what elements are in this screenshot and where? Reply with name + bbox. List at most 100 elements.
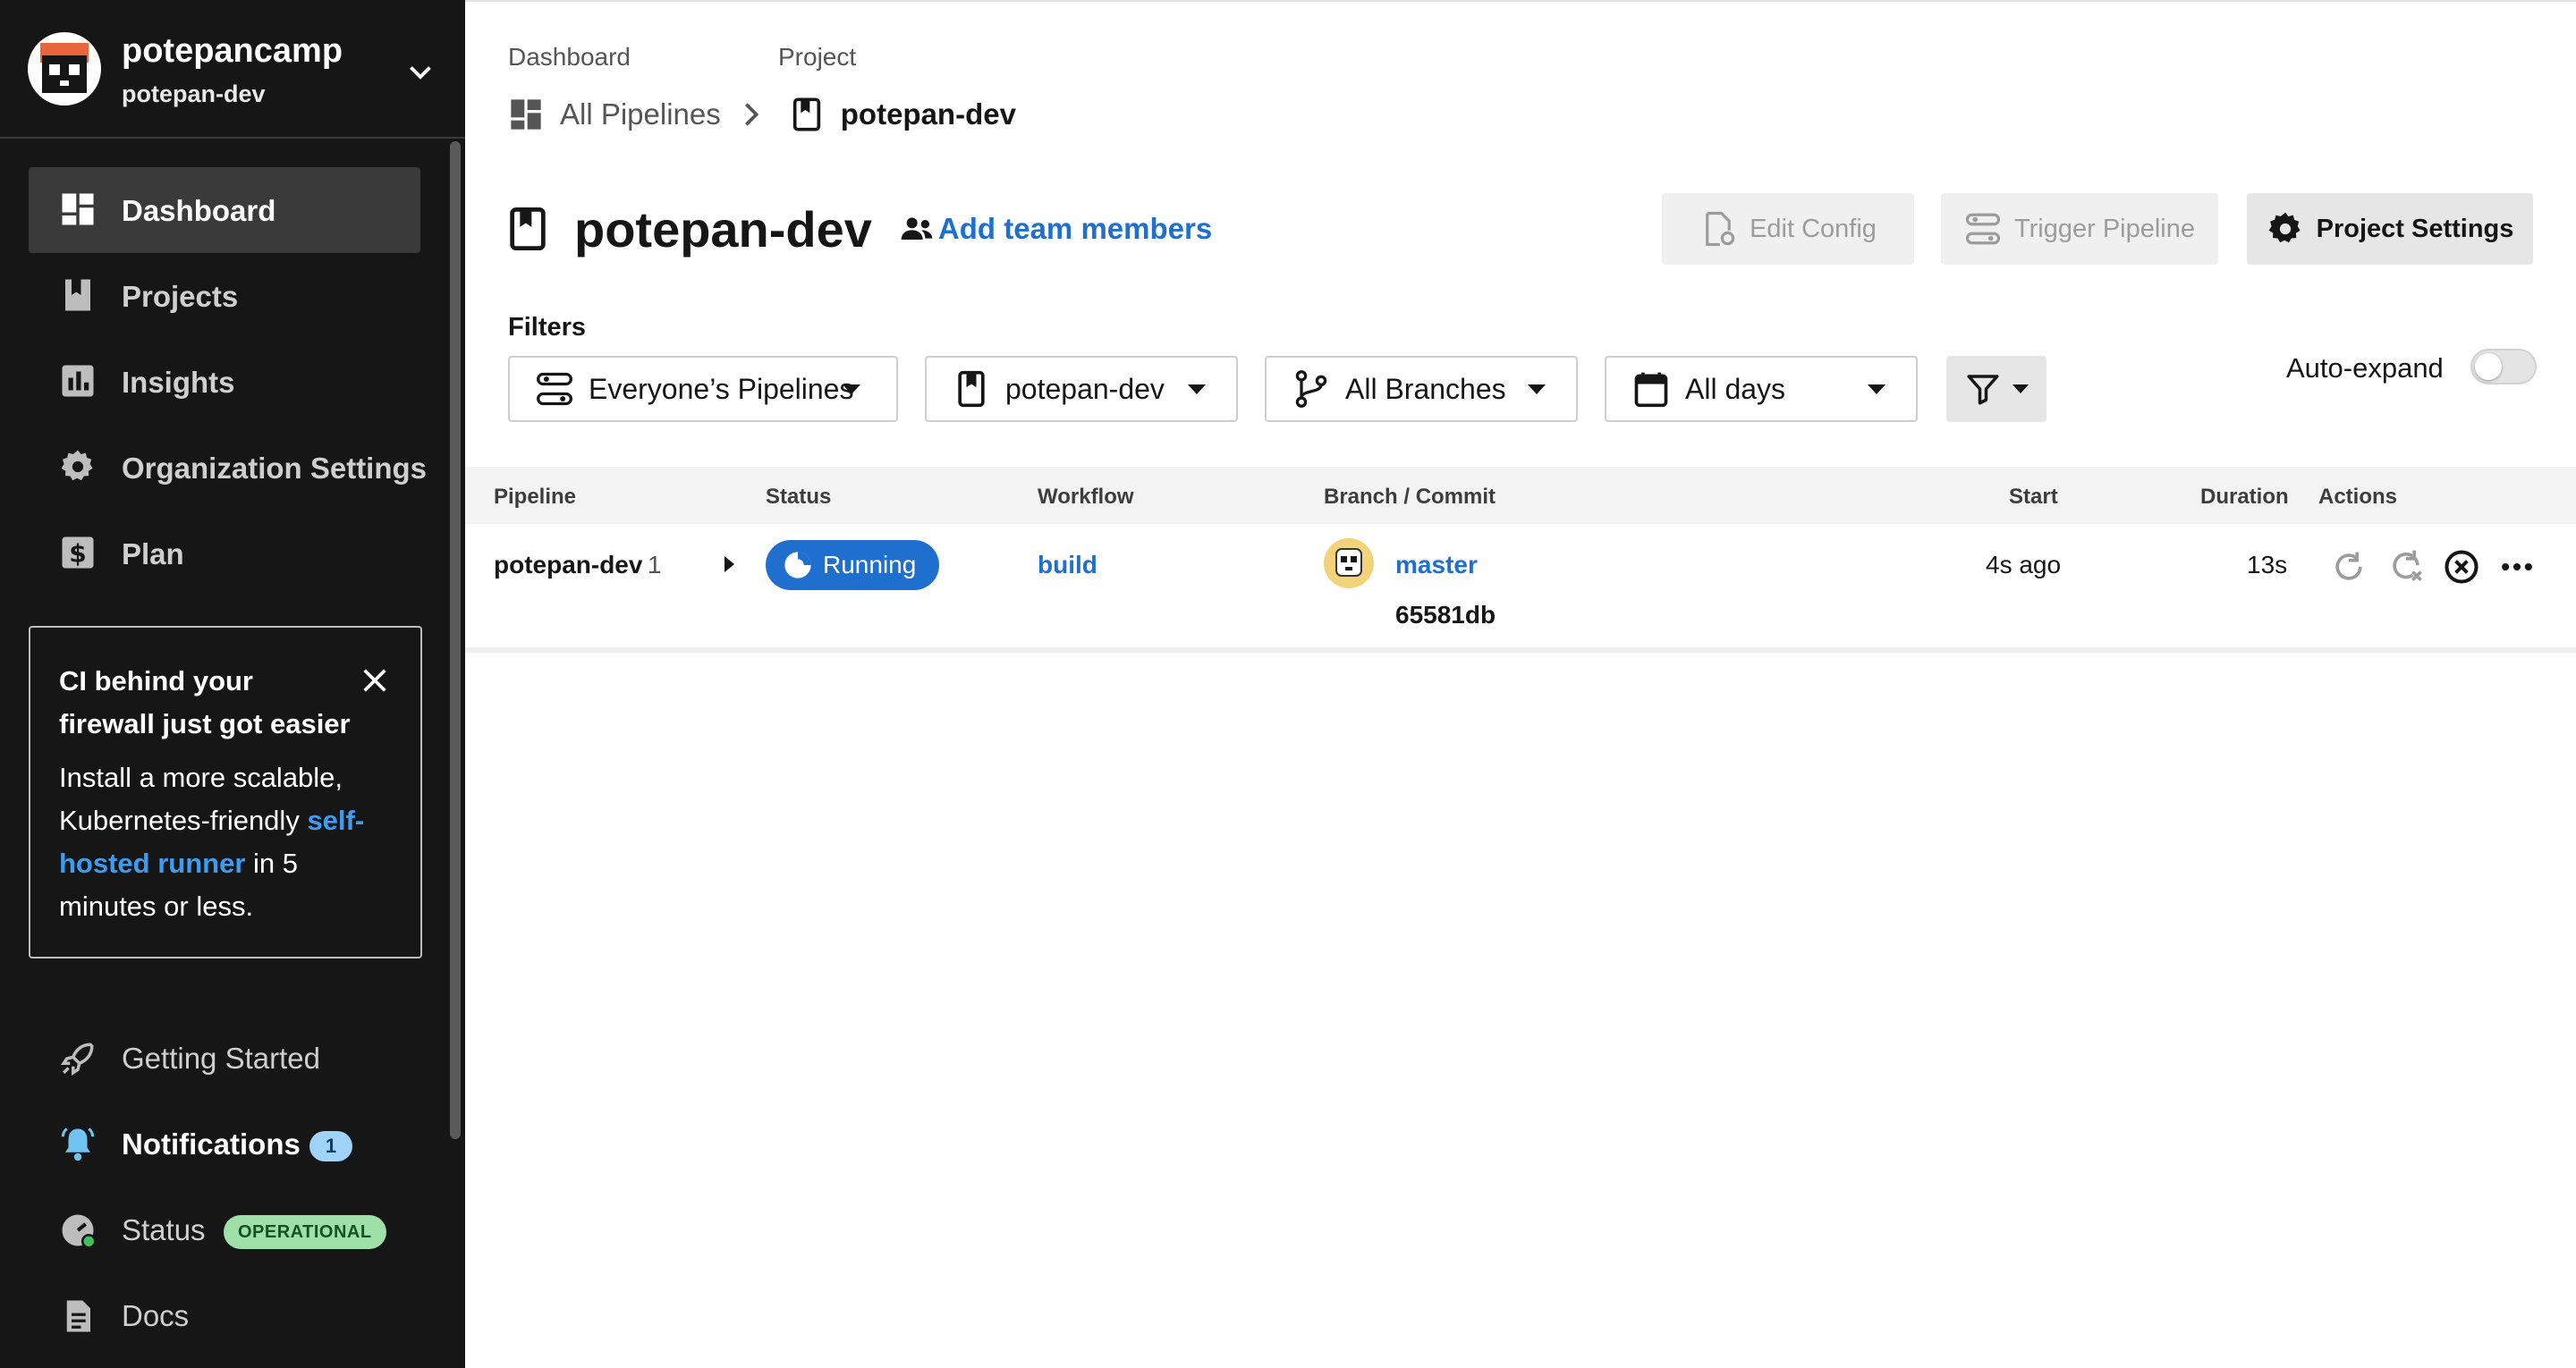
- sidebar-item-status[interactable]: Status OPERATIONAL: [29, 1194, 420, 1265]
- pipeline-name[interactable]: potepan-dev: [494, 551, 642, 579]
- column-header-status: Status: [766, 485, 832, 509]
- status-label: Running: [823, 551, 917, 578]
- filters-label: Filters: [508, 313, 587, 342]
- promo-title: CI behind your firewall just got easier: [59, 665, 351, 739]
- people-icon: [901, 217, 933, 240]
- gauge-icon: [62, 1214, 97, 1249]
- org-name: potepancamp: [122, 32, 343, 70]
- sidebar-item-dashboard[interactable]: Dashboard: [29, 167, 420, 253]
- caret-down-icon: [1188, 384, 1206, 394]
- edit-config-label: Edit Config: [1750, 214, 1877, 243]
- rerun-failed-icon[interactable]: [2386, 547, 2426, 587]
- sidebar-item-label: Organization Settings: [122, 452, 428, 485]
- start-time: 4s ago: [1986, 551, 2062, 578]
- trigger-pipeline-button[interactable]: Trigger Pipeline: [1941, 193, 2218, 265]
- branches-filter-value: All Branches: [1345, 372, 1506, 405]
- self-hosted-runner-promo: CI behind your firewall just got easier …: [29, 626, 422, 958]
- sidebar-item-notifications[interactable]: Notifications 1: [29, 1108, 420, 1179]
- dashboard-icon: [511, 99, 541, 130]
- gear-icon: [61, 450, 93, 481]
- auto-expand-toggle[interactable]: [2470, 349, 2537, 384]
- sidebar-item-label: Getting Started: [122, 1042, 320, 1075]
- running-spinner-icon: [784, 552, 811, 578]
- pipelines-filter-dropdown[interactable]: Everyone’s Pipelines: [508, 356, 898, 422]
- add-team-members-link[interactable]: Add team members: [899, 212, 1212, 246]
- file-gear-icon: [1706, 211, 1735, 247]
- column-header-actions: Actions: [2318, 485, 2398, 509]
- branch-icon: [1295, 370, 1327, 408]
- sidebar-item-insights[interactable]: Insights: [29, 339, 420, 425]
- chevron-right-icon: [744, 103, 759, 126]
- column-header-duration: Duration: [2200, 485, 2289, 509]
- add-team-members-label: Add team members: [937, 212, 1213, 245]
- pipelines-filter-value: Everyone’s Pipelines: [589, 372, 854, 405]
- caret-down-icon: [1528, 384, 1546, 394]
- sidebar-item-label: Insights: [122, 366, 235, 399]
- pipeline-icon: [537, 372, 572, 406]
- toggle-knob: [2475, 353, 2502, 380]
- branches-filter-dropdown[interactable]: All Branches: [1265, 356, 1578, 422]
- dollar-icon: $: [62, 536, 94, 569]
- sidebar-item-label: Status: [122, 1213, 206, 1246]
- pipeline-icon: [1965, 213, 2001, 245]
- branch-link[interactable]: master: [1395, 551, 1478, 579]
- pipeline-number[interactable]: 1: [648, 551, 662, 579]
- breadcrumb-dashboard-heading: Dashboard: [508, 43, 631, 71]
- workflow-link[interactable]: build: [1038, 551, 1097, 579]
- advanced-filter-button[interactable]: [1946, 356, 2046, 422]
- sidebar-scrollbar[interactable]: [450, 141, 461, 1139]
- column-header-pipeline: Pipeline: [494, 485, 577, 509]
- page-header: potepan-dev Add team members: [508, 193, 1212, 265]
- rerun-icon[interactable]: [2329, 547, 2368, 587]
- chevron-down-icon[interactable]: [404, 55, 436, 88]
- org-switcher[interactable]: potepancamp potepan-dev: [0, 0, 465, 139]
- days-filter-value: All days: [1685, 372, 1786, 405]
- main-content: Dashboard Project All Pipelines potepan-…: [465, 0, 2576, 1368]
- table-row: potepan-dev 1 Running build master 65581…: [465, 524, 2576, 653]
- sidebar-item-organization-settings[interactable]: Organization Settings: [29, 425, 427, 511]
- promo-text: Install a more scalable, Kubernetes-frie…: [59, 762, 343, 836]
- edit-config-button[interactable]: Edit Config: [1662, 193, 1914, 265]
- sidebar-item-label: Docs: [122, 1299, 190, 1332]
- sidebar-item-plan[interactable]: $ Plan: [29, 511, 420, 596]
- status-badge: OPERATIONAL: [224, 1215, 386, 1249]
- project-settings-label: Project Settings: [2316, 214, 2514, 243]
- expand-row-icon[interactable]: [724, 556, 734, 572]
- dashboard-icon: [62, 193, 94, 225]
- org-avatar: [28, 32, 101, 106]
- column-header-workflow: Workflow: [1038, 485, 1134, 509]
- funnel-icon: [1967, 375, 1999, 405]
- breadcrumb-project[interactable]: potepan-dev: [841, 97, 1016, 131]
- promo-body: Install a more scalable, Kubernetes-frie…: [59, 756, 392, 928]
- bookmark-icon: [510, 207, 546, 251]
- breadcrumb-project-heading: Project: [778, 43, 857, 71]
- bar-chart-icon: [62, 365, 94, 397]
- document-icon: [66, 1300, 90, 1332]
- bookmark-icon: [958, 370, 985, 408]
- caret-down-icon: [843, 384, 860, 394]
- more-icon[interactable]: [2497, 547, 2537, 587]
- org-project-name: potepan-dev: [122, 80, 266, 107]
- sidebar-item-label: Notifications: [122, 1127, 301, 1161]
- breadcrumb-all-pipelines[interactable]: All Pipelines: [560, 97, 721, 131]
- cancel-icon[interactable]: [2442, 547, 2481, 587]
- column-header-branch-commit: Branch / Commit: [1324, 485, 1496, 509]
- status-badge[interactable]: Running: [766, 540, 940, 590]
- rocket-icon: [60, 1043, 94, 1077]
- project-settings-button[interactable]: Project Settings: [2247, 193, 2533, 265]
- days-filter-dropdown[interactable]: All days: [1605, 356, 1918, 422]
- sidebar-item-projects[interactable]: Projects: [29, 253, 420, 339]
- sidebar-item-docs[interactable]: Docs: [29, 1279, 420, 1351]
- caret-down-icon: [1868, 384, 1885, 394]
- avatar: [1324, 538, 1374, 588]
- column-header-start: Start: [2009, 485, 2058, 509]
- close-icon[interactable]: [360, 665, 390, 696]
- trigger-pipeline-label: Trigger Pipeline: [2013, 214, 2196, 243]
- bookmark-icon: [65, 279, 90, 311]
- auto-expand-label: Auto-expand: [2286, 352, 2444, 384]
- sidebar-item-getting-started[interactable]: Getting Started: [29, 1022, 420, 1094]
- svg-text:$: $: [69, 539, 86, 569]
- bell-icon: [61, 1127, 95, 1161]
- commit-sha[interactable]: 65581db: [1395, 601, 1496, 629]
- project-filter-dropdown[interactable]: potepan-dev: [925, 356, 1238, 422]
